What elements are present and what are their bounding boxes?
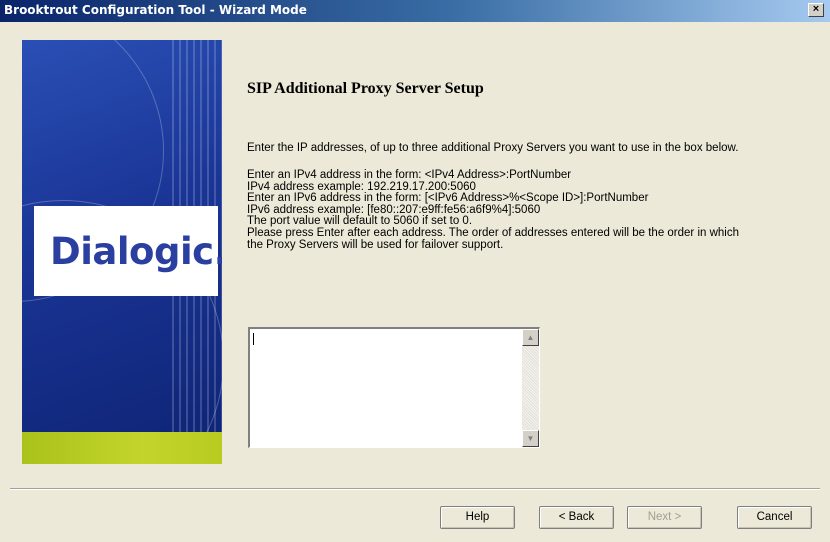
logo-box: Dialogic. — [34, 206, 222, 296]
close-button[interactable]: × — [808, 3, 824, 17]
title-bar[interactable]: Brooktrout Configuration Tool - Wizard M… — [0, 0, 830, 22]
back-button[interactable]: < Back — [539, 506, 614, 529]
intro-text: Enter the IP addresses, of up to three a… — [247, 142, 739, 154]
help-button[interactable]: Help — [440, 506, 515, 529]
instruction-line: Enter an IPv4 address in the form: <IPv4… — [247, 169, 572, 181]
dialogic-logo: Dialogic. — [50, 230, 222, 273]
instruction-line: Please press Enter after each address. T… — [247, 226, 740, 239]
window-title: Brooktrout Configuration Tool - Wizard M… — [4, 3, 307, 17]
proxy-servers-textarea[interactable]: ▲ ▼ — [248, 327, 540, 448]
banner-green-strip — [22, 432, 222, 464]
footer-divider — [10, 488, 820, 490]
text-caret — [253, 333, 254, 345]
wizard-window: Brooktrout Configuration Tool - Wizard M… — [0, 0, 830, 542]
next-button[interactable]: Next > — [627, 506, 702, 529]
instruction-line: the Proxy Servers will be used for failo… — [247, 238, 504, 251]
instructions: Enter an IPv4 address in the form: <IPv4… — [247, 169, 817, 251]
vertical-scrollbar[interactable]: ▲ ▼ — [522, 329, 539, 447]
scroll-down-icon[interactable]: ▼ — [522, 430, 539, 447]
scroll-up-icon[interactable]: ▲ — [522, 329, 539, 346]
page-title: SIP Additional Proxy Server Setup — [247, 80, 484, 97]
dialogic-banner: Dialogic. — [22, 40, 222, 464]
cancel-button[interactable]: Cancel — [737, 506, 812, 529]
